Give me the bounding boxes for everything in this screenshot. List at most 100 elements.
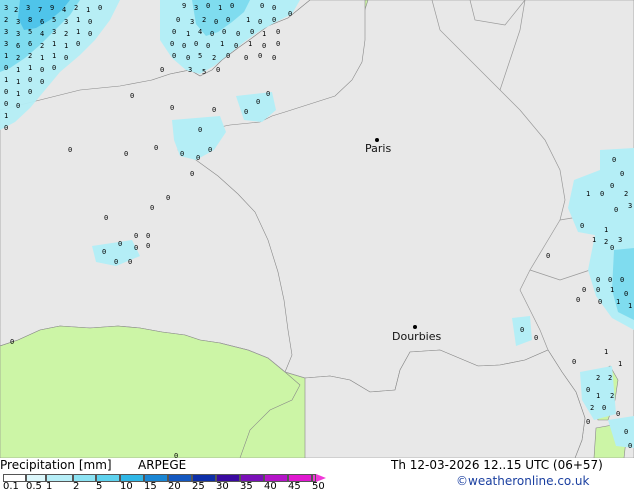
svg-text:0: 0 (596, 276, 600, 284)
svg-text:0: 0 (4, 124, 8, 132)
svg-text:0: 0 (214, 18, 218, 26)
credit-link[interactable]: ©weatheronline.co.uk (456, 474, 589, 488)
svg-text:0: 0 (208, 146, 212, 154)
svg-text:2: 2 (4, 16, 8, 24)
svg-text:6: 6 (16, 42, 20, 50)
svg-text:0: 0 (210, 30, 214, 38)
svg-text:0: 0 (134, 232, 138, 240)
svg-text:0: 0 (170, 104, 174, 112)
svg-text:1: 1 (52, 40, 56, 48)
svg-text:2: 2 (604, 238, 608, 246)
city-paris[interactable]: Paris (365, 138, 391, 155)
svg-text:3: 3 (4, 40, 8, 48)
svg-text:0: 0 (28, 88, 32, 96)
svg-text:3: 3 (16, 30, 20, 38)
svg-text:0: 0 (230, 2, 234, 10)
svg-text:5: 5 (28, 28, 32, 36)
svg-text:0: 0 (206, 2, 210, 10)
precipitation-map[interactable]: 323794210 23865310 33543210 3662110 1221… (0, 0, 634, 458)
svg-text:0: 0 (216, 66, 220, 74)
svg-text:0: 0 (624, 290, 628, 298)
svg-text:0: 0 (612, 156, 616, 164)
legend-title: Precipitation [mm] (0, 458, 112, 472)
scale-tick-label: 2 (73, 481, 80, 492)
svg-text:2: 2 (74, 4, 78, 12)
svg-text:0: 0 (28, 76, 32, 84)
svg-text:0: 0 (614, 206, 618, 214)
svg-text:0: 0 (104, 214, 108, 222)
svg-text:1: 1 (4, 112, 8, 120)
svg-text:2: 2 (608, 374, 612, 382)
scale-tick-label: 30 (216, 481, 229, 492)
svg-text:0: 0 (98, 4, 102, 12)
svg-text:1: 1 (28, 64, 32, 72)
svg-text:2: 2 (64, 30, 68, 38)
svg-text:3: 3 (26, 4, 30, 12)
svg-text:0: 0 (10, 338, 14, 346)
svg-text:1: 1 (596, 392, 600, 400)
svg-text:6: 6 (28, 40, 32, 48)
svg-text:3: 3 (52, 28, 56, 36)
svg-text:3: 3 (194, 4, 198, 12)
border-belgium-germany (499, 0, 526, 91)
svg-text:0: 0 (258, 52, 262, 60)
scale-tick-label: 40 (264, 481, 277, 492)
svg-text:0: 0 (266, 90, 270, 98)
svg-text:0: 0 (88, 18, 92, 26)
svg-text:0: 0 (610, 244, 614, 252)
svg-text:9: 9 (50, 4, 54, 12)
svg-text:0: 0 (114, 258, 118, 266)
svg-text:4: 4 (62, 6, 66, 14)
svg-text:0: 0 (222, 28, 226, 36)
svg-text:0: 0 (64, 54, 68, 62)
scale-tick-label: 0.1 (3, 481, 19, 492)
svg-text:0: 0 (76, 40, 80, 48)
svg-text:3: 3 (190, 18, 194, 26)
svg-text:1: 1 (16, 90, 20, 98)
svg-text:0: 0 (582, 286, 586, 294)
svg-text:1: 1 (218, 4, 222, 12)
svg-text:2: 2 (596, 374, 600, 382)
svg-text:1: 1 (248, 40, 252, 48)
svg-text:0: 0 (616, 410, 620, 418)
svg-text:1: 1 (16, 66, 20, 74)
forecast-datetime: Th 12-03-2026 12..15 UTC (06+57) (391, 458, 603, 472)
svg-text:0: 0 (628, 442, 632, 450)
scale-tick-label: 15 (144, 481, 157, 492)
svg-text:0: 0 (118, 240, 122, 248)
svg-text:0: 0 (146, 232, 150, 240)
svg-text:0: 0 (580, 222, 584, 230)
svg-text:2: 2 (202, 16, 206, 24)
svg-text:1: 1 (592, 236, 596, 244)
svg-text:1: 1 (4, 76, 8, 84)
svg-text:0: 0 (194, 40, 198, 48)
svg-text:2: 2 (40, 42, 44, 50)
city-dourbies[interactable]: Dourbies (392, 325, 442, 343)
svg-text:0: 0 (272, 4, 276, 12)
svg-text:1: 1 (76, 16, 80, 24)
scale-tick-label: 1 (46, 481, 53, 492)
svg-text:0: 0 (206, 42, 210, 50)
svg-text:1: 1 (610, 286, 614, 294)
svg-text:0: 0 (598, 298, 602, 306)
svg-text:0: 0 (244, 108, 248, 116)
svg-text:9: 9 (182, 2, 186, 10)
model-name: ARPEGE (138, 458, 187, 472)
svg-text:1: 1 (628, 302, 632, 310)
svg-text:1: 1 (4, 52, 8, 60)
scale-tick-label: 35 (240, 481, 253, 492)
svg-text:3: 3 (618, 236, 622, 244)
svg-text:0: 0 (4, 100, 8, 108)
svg-text:0: 0 (4, 88, 8, 96)
svg-text:1: 1 (40, 54, 44, 62)
svg-text:0: 0 (620, 276, 624, 284)
svg-text:1: 1 (604, 348, 608, 356)
svg-text:0: 0 (272, 54, 276, 62)
svg-text:0: 0 (586, 418, 590, 426)
svg-text:0: 0 (276, 28, 280, 36)
svg-text:0: 0 (166, 194, 170, 202)
svg-text:0: 0 (608, 276, 612, 284)
svg-text:0: 0 (624, 428, 628, 436)
svg-text:1: 1 (616, 298, 620, 306)
svg-text:4: 4 (198, 28, 202, 36)
